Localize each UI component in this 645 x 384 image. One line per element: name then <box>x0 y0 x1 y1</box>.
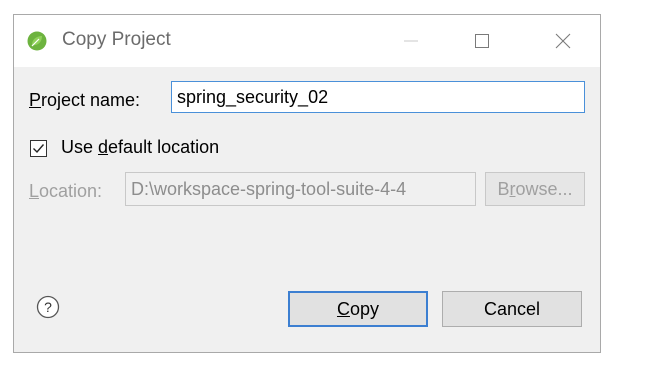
location-value: D:\workspace-spring-tool-suite-4-4 <box>131 179 407 199</box>
use-default-location-label[interactable]: Use default location <box>61 137 219 158</box>
browse-button: Browse... <box>485 172 585 206</box>
maximize-button[interactable] <box>459 15 505 67</box>
location-input: D:\workspace-spring-tool-suite-4-4 <box>125 172 476 206</box>
spring-leaf-icon <box>27 31 47 51</box>
svg-text:?: ? <box>44 299 52 315</box>
use-default-location-checkbox[interactable] <box>30 140 47 157</box>
cancel-button[interactable]: Cancel <box>442 291 582 327</box>
checkmark-icon <box>33 144 45 154</box>
project-name-label: Project name: <box>29 90 141 110</box>
location-label: Location: <box>29 181 103 201</box>
maximize-icon <box>475 34 489 48</box>
copy-button[interactable]: Copy <box>288 291 428 327</box>
minimize-button[interactable] <box>388 15 434 67</box>
help-icon[interactable]: ? <box>36 295 60 319</box>
project-name-input[interactable]: spring_security_02 <box>171 81 585 113</box>
window-title: Copy Project <box>62 29 171 50</box>
close-icon <box>555 33 571 49</box>
title-bar: Copy Project <box>14 15 600 67</box>
copy-project-dialog: Copy Project Project name: spring_securi… <box>13 14 601 353</box>
project-name-value: spring_security_02 <box>177 87 329 107</box>
close-button[interactable] <box>540 15 586 67</box>
minimize-icon <box>404 40 418 42</box>
